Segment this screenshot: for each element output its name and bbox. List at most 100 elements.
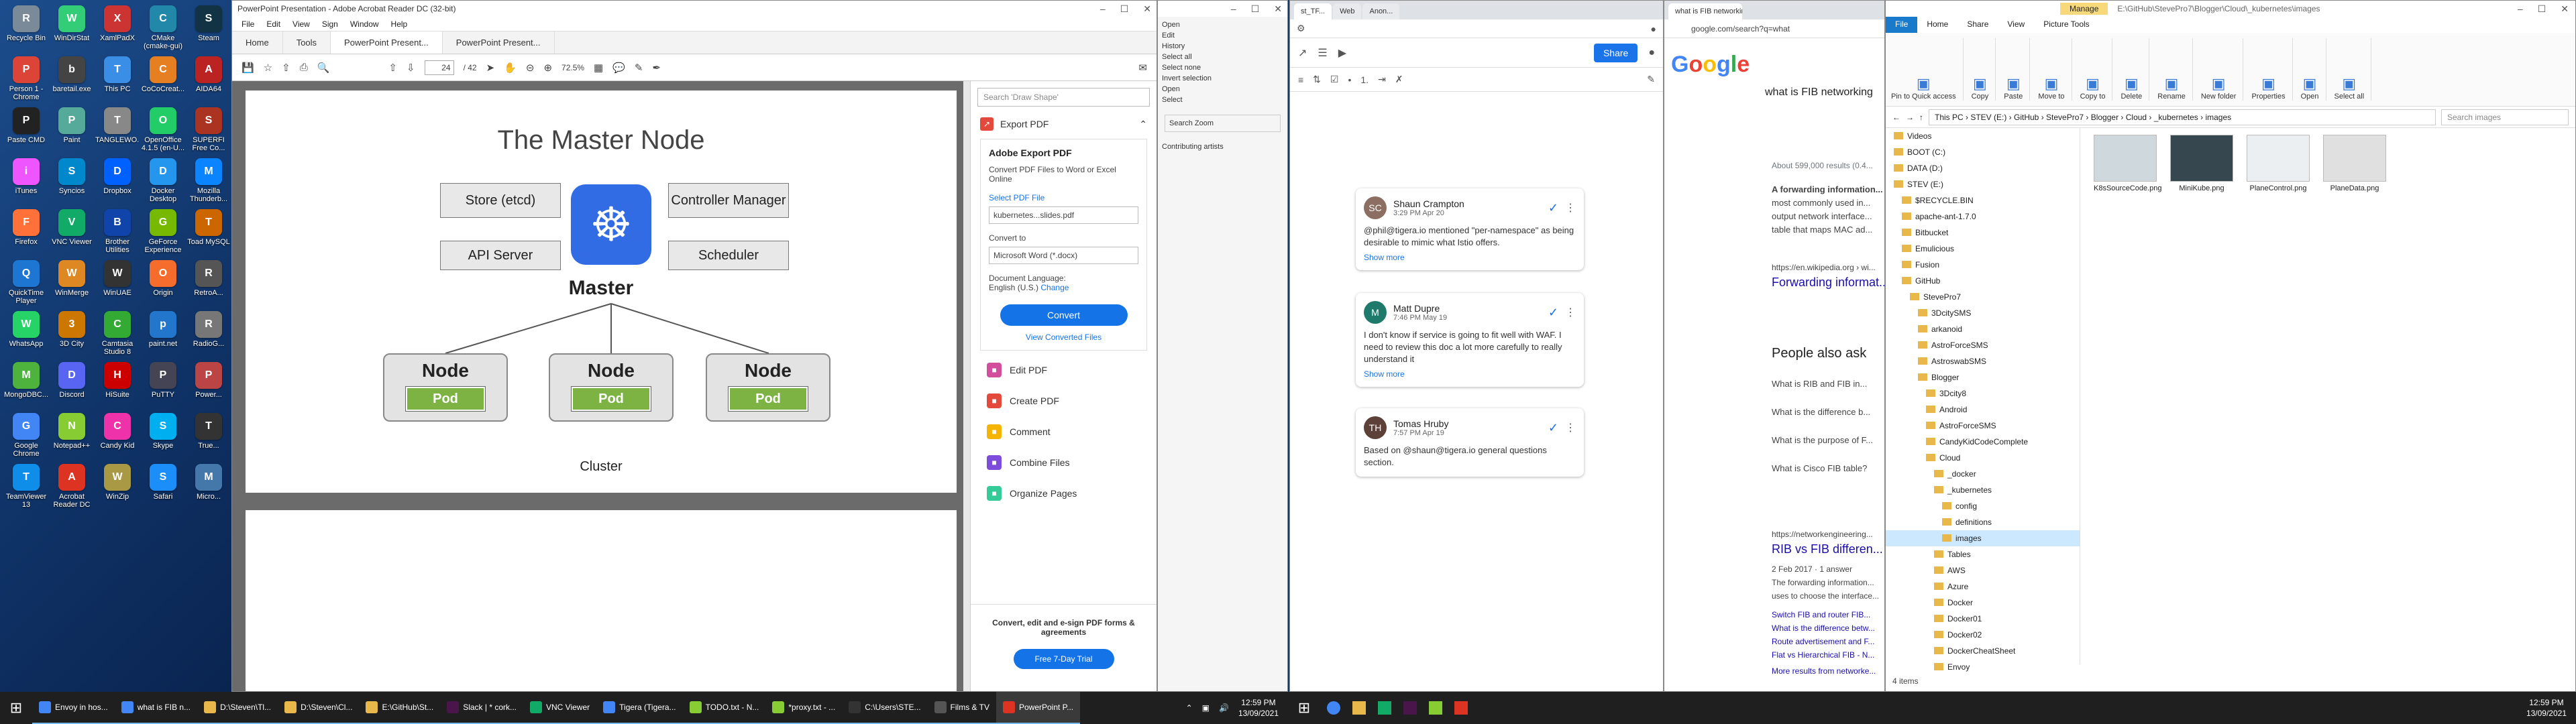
desktop-icon[interactable]: W WinDirStat [50,3,94,52]
result-link[interactable]: Forwarding informat... [1772,276,1884,289]
prev-page-icon[interactable]: ⇧ [388,62,397,74]
desktop-icon[interactable]: P Paste CMD [4,105,48,154]
taskbar-button[interactable]: C:\Users\STE... [842,692,928,724]
desktop-icon[interactable]: D Dropbox [95,156,140,205]
more-results-link[interactable]: More results from networke... [1772,664,1884,678]
save-icon[interactable]: 💾 [241,62,254,74]
desktop-icon[interactable]: D Docker Desktop [141,156,185,205]
tree-item[interactable]: AstroForceSMS [1886,418,2080,434]
search-zoom-input[interactable]: Search Zoom [1165,115,1281,132]
desktop-icon[interactable]: i iTunes [4,156,48,205]
tree-item[interactable]: Fusion [1886,257,2080,273]
vnc-icon[interactable] [1378,701,1391,715]
desktop-icon[interactable]: W WhatsApp [4,308,48,358]
zoom-out-icon[interactable]: ⊝ [526,62,535,74]
tree-item[interactable]: arkanoid [1886,321,2080,337]
page-number-input[interactable]: 24 [424,60,454,75]
hand-icon[interactable]: ✋ [504,62,517,74]
ribbon-item[interactable]: Select [1162,95,1283,105]
desktop-icon[interactable]: H HiSuite [95,359,140,409]
menu-item[interactable]: Edit [266,19,280,29]
ribbon-item[interactable]: Select none [1162,62,1283,73]
more-options-icon[interactable]: ⋮ [1565,201,1576,215]
tool-item[interactable]: ■ Comment [971,416,1157,447]
volume-icon[interactable]: 🔊 [1219,703,1229,713]
zoom-level[interactable]: 72.5% [561,63,584,72]
desktop-icon[interactable]: D Discord [50,359,94,409]
tree-item[interactable]: Envoy [1886,659,2080,675]
file-item[interactable]: PlaneData.png [2323,135,2386,192]
free-trial-button[interactable]: Free 7-Day Trial [1013,649,1114,669]
tree-item[interactable]: Azure [1886,579,2080,595]
tree-item[interactable]: AstroswabSMS [1886,353,2080,369]
tree-item[interactable]: images [1886,530,2080,546]
desktop-icon[interactable]: S Skype [141,410,185,460]
comment-icon[interactable]: 💬 [612,62,625,74]
numbered-list-icon[interactable]: 1. [1360,74,1368,85]
pen-icon[interactable]: ✎ [635,62,643,74]
desktop-icon[interactable]: X XamlPadX [95,3,140,52]
zoom-search-icon[interactable]: 🔍 [317,62,330,74]
bullets-icon[interactable]: • [1348,74,1351,85]
ribbon-button[interactable]: ▣ Select all [2334,38,2372,101]
taskbar-button[interactable]: Tigera (Tigera... [596,692,683,724]
search-query[interactable]: what is FIB networking [1765,86,1873,99]
fit-page-icon[interactable]: ▦ [594,62,603,74]
convert-button[interactable]: Convert [1000,304,1128,326]
desktop-icon[interactable]: G Google Chrome [4,410,48,460]
taskbar-button[interactable]: *proxy.txt - ... [765,692,843,724]
show-more-link[interactable]: Show more [1364,253,1576,262]
ribbon-tab[interactable]: View [1998,17,2034,33]
select-cursor-icon[interactable]: ➤ [486,62,495,74]
tree-item[interactable]: definitions [1886,514,2080,530]
tree-item[interactable]: Videos [1886,128,2080,144]
network-icon[interactable]: ▣ [1202,703,1210,713]
view-converted-link[interactable]: View Converted Files [989,333,1138,342]
menu-item[interactable]: View [292,19,310,29]
minimize-icon[interactable]: – [1100,3,1106,15]
resolve-check-icon[interactable]: ✓ [1548,306,1558,320]
tree-item[interactable]: AWS [1886,562,2080,579]
ribbon-button[interactable]: ▣ Delete [2121,38,2150,101]
desktop-icon[interactable]: C Candy Kid [95,410,140,460]
share-button[interactable]: Share [1593,43,1638,62]
tree-item[interactable]: Blogger [1886,369,2080,385]
bookmark-icon[interactable]: ☆ [264,62,272,74]
comment-card[interactable]: SC Shaun Crampton 3:29 PM Apr 20 ✓ ⋮ @phil@ti… [1356,188,1584,270]
tree-item[interactable]: Cloud [1886,450,2080,466]
resolve-check-icon[interactable]: ✓ [1548,201,1558,215]
tree-item[interactable]: _docker [1886,466,2080,482]
present-icon[interactable]: ▶ [1338,46,1346,60]
taskbar-button[interactable]: Slack | * cork... [440,692,523,724]
tree-item[interactable]: Docker [1886,595,2080,611]
export-pdf-header[interactable]: ↗ Export PDF ⌃ [971,113,1157,135]
acrobat-icon[interactable] [1454,701,1468,715]
taskbar-button[interactable]: VNC Viewer [523,692,597,724]
ribbon-tab[interactable]: Home [1917,17,1957,33]
sub-link[interactable]: Switch FIB and router FIB... [1772,608,1884,621]
desktop-icon[interactable]: P Power... [186,359,231,409]
menu-item[interactable]: Sign [322,19,338,29]
change-language-link[interactable]: Change [1040,283,1069,292]
extensions-icon[interactable]: ⚙ [1297,23,1305,34]
ribbon-button[interactable]: ▣ New folder [2201,38,2244,101]
menu-item[interactable]: Window [350,19,379,29]
print-icon[interactable]: ⎙ [300,62,308,73]
notepad-icon[interactable] [1429,701,1442,715]
desktop-icon[interactable]: C Camtasia Studio 8 [95,308,140,358]
desktop-icon[interactable]: P Person 1 - Chrome [4,54,48,103]
file-item[interactable]: MiniKube.png [2170,135,2233,192]
result-link[interactable]: RIB vs FIB differen... [1772,542,1884,556]
tree-item[interactable]: AstroForceSMS [1886,337,2080,353]
desktop-icon[interactable]: T Toad MySQL [186,206,231,256]
slack-icon[interactable] [1403,701,1417,715]
desktop-icon[interactable]: A Acrobat Reader DC [50,461,94,511]
tree-item[interactable]: Docker02 [1886,627,2080,643]
desktop-icon[interactable]: W WinUAE [95,257,140,307]
desktop-icon[interactable]: M MongoDBC... [4,359,48,409]
desktop-icon[interactable]: O OpenOffice 4.1.5 (en-U... [141,105,185,154]
desktop-icon[interactable]: V VNC Viewer [50,206,94,256]
desktop-icon[interactable]: 3 3D City [50,308,94,358]
comments-icon[interactable]: ☰ [1318,46,1327,60]
profile-icon[interactable]: ● [1651,23,1656,34]
